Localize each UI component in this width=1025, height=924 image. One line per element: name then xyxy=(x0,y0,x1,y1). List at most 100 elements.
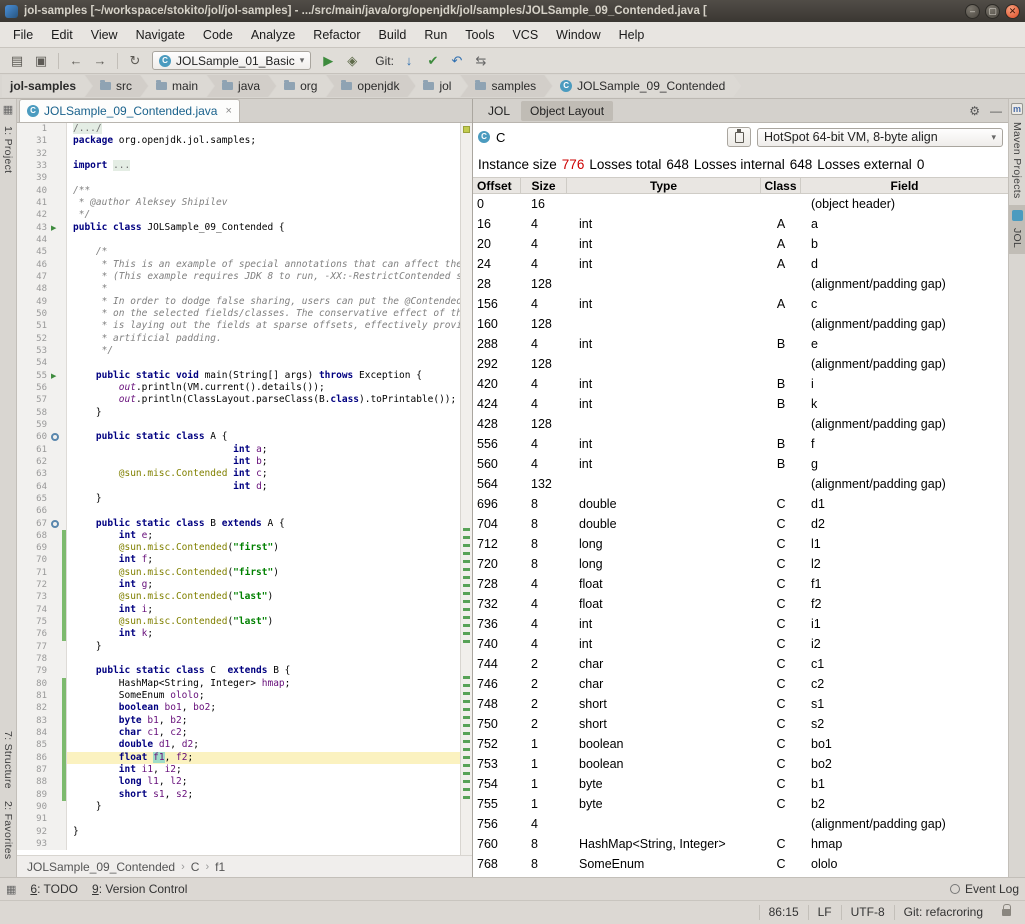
tool-window-switcher-icon[interactable]: ▦ xyxy=(6,883,16,896)
code-line[interactable]: 31 package org.openjdk.jol.samples; xyxy=(17,135,472,148)
table-row[interactable]: 564 132 (alignment/padding gap) xyxy=(473,474,1008,494)
save-all-icon[interactable]: ▣ xyxy=(30,53,52,69)
tool-button-versioncontrol[interactable]: 9: Version Control xyxy=(92,882,187,896)
table-row[interactable]: 420 4 int Bi xyxy=(473,374,1008,394)
sync-icon[interactable]: ↻ xyxy=(124,53,146,69)
editor-tab[interactable]: C JOLSample_09_Contended.java × xyxy=(19,99,240,122)
close-button[interactable]: ✕ xyxy=(1005,3,1020,19)
inspection-indicator[interactable] xyxy=(463,126,470,133)
menu-item-tools[interactable]: Tools xyxy=(456,28,503,42)
code-line[interactable]: 1 /.../ xyxy=(17,123,472,136)
table-row[interactable]: 424 4 int Bk xyxy=(473,394,1008,414)
code-line[interactable]: 93 xyxy=(17,838,472,851)
table-row[interactable]: 748 2 short Cs1 xyxy=(473,694,1008,714)
tool-button-structure[interactable]: 7: Structure xyxy=(2,725,14,795)
code-line[interactable]: 91 xyxy=(17,813,472,826)
menu-item-vcs[interactable]: VCS xyxy=(503,28,547,42)
code-line[interactable]: 63 @sun.misc.Contended int c; xyxy=(17,468,472,481)
close-tab-icon[interactable]: × xyxy=(225,105,231,117)
table-row[interactable]: 696 8 double Cd1 xyxy=(473,494,1008,514)
code-line[interactable]: 66 xyxy=(17,505,472,518)
table-row[interactable]: 160 128 (alignment/padding gap) xyxy=(473,314,1008,334)
caret-position[interactable]: 86:15 xyxy=(758,905,808,920)
breadcrumb-item-main[interactable]: main xyxy=(141,75,214,97)
code-line[interactable]: 69 @sun.misc.Contended("first") xyxy=(17,542,472,555)
menu-item-edit[interactable]: Edit xyxy=(42,28,82,42)
column-header-size[interactable]: Size xyxy=(521,178,567,193)
tool-button-jol[interactable]: JOL xyxy=(1009,204,1025,254)
code-line[interactable]: 85 double d1, d2; xyxy=(17,739,472,753)
commit-icon[interactable]: ✔ xyxy=(422,53,444,69)
code-line[interactable]: 45 /* xyxy=(17,246,472,259)
editor-breadcrumb-item[interactable]: JOLSample_09_Contended xyxy=(27,860,175,874)
code-editor[interactable]: 1 /.../ 31 package org.openjdk.jol.samples;… xyxy=(17,123,472,855)
table-row[interactable]: 740 4 int Ci2 xyxy=(473,634,1008,654)
code-line[interactable]: 51 * is laying out the fields at sparse … xyxy=(17,320,472,333)
table-row[interactable]: 750 2 short Cs2 xyxy=(473,714,1008,734)
table-row[interactable]: 28 128 (alignment/padding gap) xyxy=(473,274,1008,294)
code-line[interactable]: 80 HashMap<String, Integer> hmap; xyxy=(17,677,472,691)
code-line[interactable]: 84 char c1, c2; xyxy=(17,727,472,740)
code-line[interactable]: 76 int k; xyxy=(17,628,472,642)
menu-item-refactor[interactable]: Refactor xyxy=(304,28,369,42)
column-header-offset[interactable]: Offset xyxy=(473,178,521,193)
tool-window-switcher-icon[interactable]: ▦ xyxy=(3,103,13,116)
code-line[interactable]: 64 int d; xyxy=(17,480,472,493)
code-line[interactable]: 72 int g; xyxy=(17,579,472,592)
table-row[interactable]: 732 4 float Cf2 xyxy=(473,594,1008,614)
marker-gutter-icon[interactable] xyxy=(51,519,59,528)
code-line[interactable]: 60 public static class A { xyxy=(17,431,472,444)
code-line[interactable]: 56 out.println(VM.current().details()); xyxy=(17,381,472,395)
table-row[interactable]: 560 4 int Bg xyxy=(473,454,1008,474)
code-line[interactable]: 68 int e; xyxy=(17,529,472,543)
debug-button[interactable]: ◈ xyxy=(341,53,363,69)
code-line[interactable]: 52 * artificial padding. xyxy=(17,332,472,345)
breadcrumb-item-samples[interactable]: samples xyxy=(460,75,552,97)
compare-icon[interactable]: ⇆ xyxy=(470,53,492,69)
table-row[interactable]: 288 4 int Be xyxy=(473,334,1008,354)
menu-item-view[interactable]: View xyxy=(82,28,127,42)
event-log-button[interactable]: Event Log xyxy=(949,882,1019,896)
code-line[interactable]: 89 short s1, s2; xyxy=(17,788,472,802)
code-line[interactable]: 50 * on the selected fields/classes. The… xyxy=(17,307,472,321)
table-row[interactable]: 746 2 char Cc2 xyxy=(473,674,1008,694)
code-line[interactable]: 75 @sun.misc.Contended("last") xyxy=(17,616,472,629)
code-line[interactable]: 32 xyxy=(17,147,472,160)
code-line[interactable]: 65 } xyxy=(17,492,472,506)
table-row[interactable]: 760 8 HashMap<String, Integer> Chmap xyxy=(473,834,1008,854)
code-line[interactable]: 40 /** xyxy=(17,184,472,197)
code-line[interactable]: 88 long l1, l2; xyxy=(17,776,472,790)
breadcrumb-item-java[interactable]: java xyxy=(207,75,276,97)
table-row[interactable]: 768 8 SomeEnum Cololo xyxy=(473,854,1008,874)
table-row[interactable]: 728 4 float Cf1 xyxy=(473,574,1008,594)
minimize-button[interactable]: – xyxy=(965,3,980,19)
code-line[interactable]: 53 */ xyxy=(17,344,472,358)
code-line[interactable]: 48 * xyxy=(17,283,472,296)
table-row[interactable]: 156 4 int Ac xyxy=(473,294,1008,314)
tab-jol[interactable]: JOL xyxy=(479,101,519,121)
breadcrumb-item-jolsample_09_contended[interactable]: C JOLSample_09_Contended xyxy=(545,75,741,97)
code-line[interactable]: 73 @sun.misc.Contended("last") xyxy=(17,591,472,605)
code-line[interactable]: 47 * (This example requires JDK 8 to run… xyxy=(17,270,472,284)
code-line[interactable]: 43 ▶ public class JOLSample_09_Contended { xyxy=(17,221,472,234)
breadcrumb-item-openjdk[interactable]: openjdk xyxy=(326,75,415,97)
code-line[interactable]: 55 ▶ public static void main(String[] arg… xyxy=(17,369,472,382)
code-line[interactable]: 57 out.println(ClassLayout.parseClass(B.… xyxy=(17,394,472,407)
breadcrumb-item-jol-samples[interactable]: jol-samples xyxy=(2,75,92,97)
marker-gutter-icon[interactable] xyxy=(51,433,59,442)
table-row[interactable]: 24 4 int Ad xyxy=(473,254,1008,274)
table-row[interactable]: 16 4 int Aa xyxy=(473,214,1008,234)
code-line[interactable]: 58 } xyxy=(17,406,472,419)
table-row[interactable]: 755 1 byte Cb2 xyxy=(473,794,1008,814)
code-line[interactable]: 79 public static class C extends B { xyxy=(17,665,472,678)
code-line[interactable]: 78 xyxy=(17,653,472,666)
menu-item-analyze[interactable]: Analyze xyxy=(242,28,304,42)
code-line[interactable]: 54 xyxy=(17,357,472,370)
table-row[interactable]: 556 4 int Bf xyxy=(473,434,1008,454)
table-row[interactable]: 754 1 byte Cb1 xyxy=(473,774,1008,794)
column-header-class[interactable]: Class xyxy=(761,178,801,193)
copy-to-clipboard-button[interactable] xyxy=(727,127,751,147)
breadcrumb-item-jol[interactable]: jol xyxy=(408,75,467,97)
tab-object-layout[interactable]: Object Layout xyxy=(521,100,614,121)
code-line[interactable]: 83 byte b1, b2; xyxy=(17,714,472,728)
